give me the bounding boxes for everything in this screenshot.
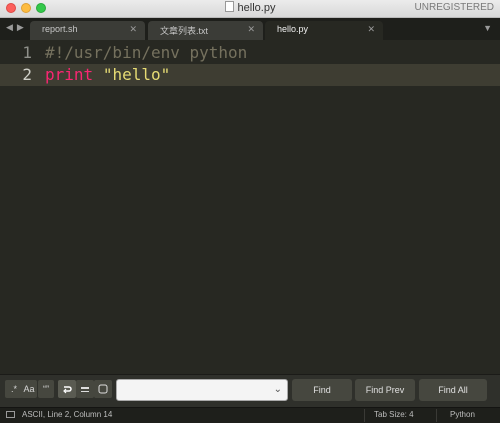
tab-close-icon[interactable]: ✕ (247, 24, 255, 35)
line-number: 2 (22, 65, 32, 84)
find-input[interactable]: ⌄ (116, 379, 288, 401)
tab-close-icon[interactable]: ✕ (367, 24, 375, 35)
window-title-text: hello.py (237, 2, 276, 14)
case-icon: Aa (23, 384, 35, 394)
tab-label: 文章列表.txt (160, 26, 209, 36)
code-text: #!/usr/bin/env python (45, 42, 247, 64)
tab-label: hello.py (277, 24, 309, 34)
tab-list-dropdown-icon[interactable]: ▼ (483, 23, 492, 33)
code-line: 1 #!/usr/bin/env python (0, 42, 500, 64)
quotes-icon: “” (43, 384, 49, 394)
tab-report-sh[interactable]: report.sh ✕ (30, 21, 145, 40)
document-icon (224, 1, 234, 12)
tab-hello-py[interactable]: hello.py ✕ (265, 21, 383, 40)
tab-bar: ◀▶ report.sh ✕ 文章列表.txt ✕ hello.py ✕ ▼ (0, 18, 500, 40)
tab-label: report.sh (42, 24, 78, 34)
in-selection-toggle[interactable] (76, 380, 94, 398)
code-text: print "hello" (45, 64, 170, 86)
status-divider (364, 409, 365, 422)
panel-toggle-icon[interactable] (6, 411, 15, 418)
find-prev-button[interactable]: Find Prev (355, 379, 415, 401)
tab-prev-icon[interactable]: ◀ (6, 22, 17, 32)
license-status: UNREGISTERED (414, 2, 494, 13)
selection-icon (81, 387, 89, 392)
line-number: 1 (22, 43, 32, 62)
find-panel: .* Aa “” ⌄ Find Find Prev Find All (0, 374, 500, 407)
tab-close-icon[interactable]: ✕ (129, 24, 137, 35)
status-divider (436, 409, 437, 422)
syntax-selector[interactable]: Python (450, 410, 475, 419)
cursor-position: ASCII, Line 2, Column 14 (22, 410, 113, 419)
tab-article-list-txt[interactable]: 文章列表.txt ✕ (148, 21, 263, 40)
tab-size-selector[interactable]: Tab Size: 4 (374, 410, 414, 419)
code-editor[interactable]: 1 #!/usr/bin/env python 2 print "hello" (0, 40, 500, 374)
highlight-icon (98, 384, 108, 394)
case-toggle[interactable]: Aa (21, 380, 37, 398)
whole-word-toggle[interactable]: “” (38, 380, 54, 398)
wrap-toggle[interactable] (58, 380, 76, 398)
code-token-keyword: print (45, 65, 94, 84)
highlight-toggle[interactable] (94, 380, 112, 398)
tab-next-icon[interactable]: ▶ (17, 22, 28, 32)
code-token-comment: #!/usr/bin/env python (45, 43, 248, 62)
tab-nav-arrows[interactable]: ◀▶ (6, 22, 28, 33)
find-button[interactable]: Find (292, 379, 352, 401)
wrap-icon (63, 386, 72, 394)
find-all-button[interactable]: Find All (419, 379, 487, 401)
code-token-string: "hello" (102, 65, 171, 84)
regex-icon: .* (10, 384, 17, 394)
chevron-down-icon[interactable]: ⌄ (274, 384, 282, 395)
title-bar: hello.py UNREGISTERED (0, 0, 500, 18)
code-line-current: 2 print "hello" (0, 64, 500, 86)
status-bar: ASCII, Line 2, Column 14 Tab Size: 4 Pyt… (0, 407, 500, 423)
